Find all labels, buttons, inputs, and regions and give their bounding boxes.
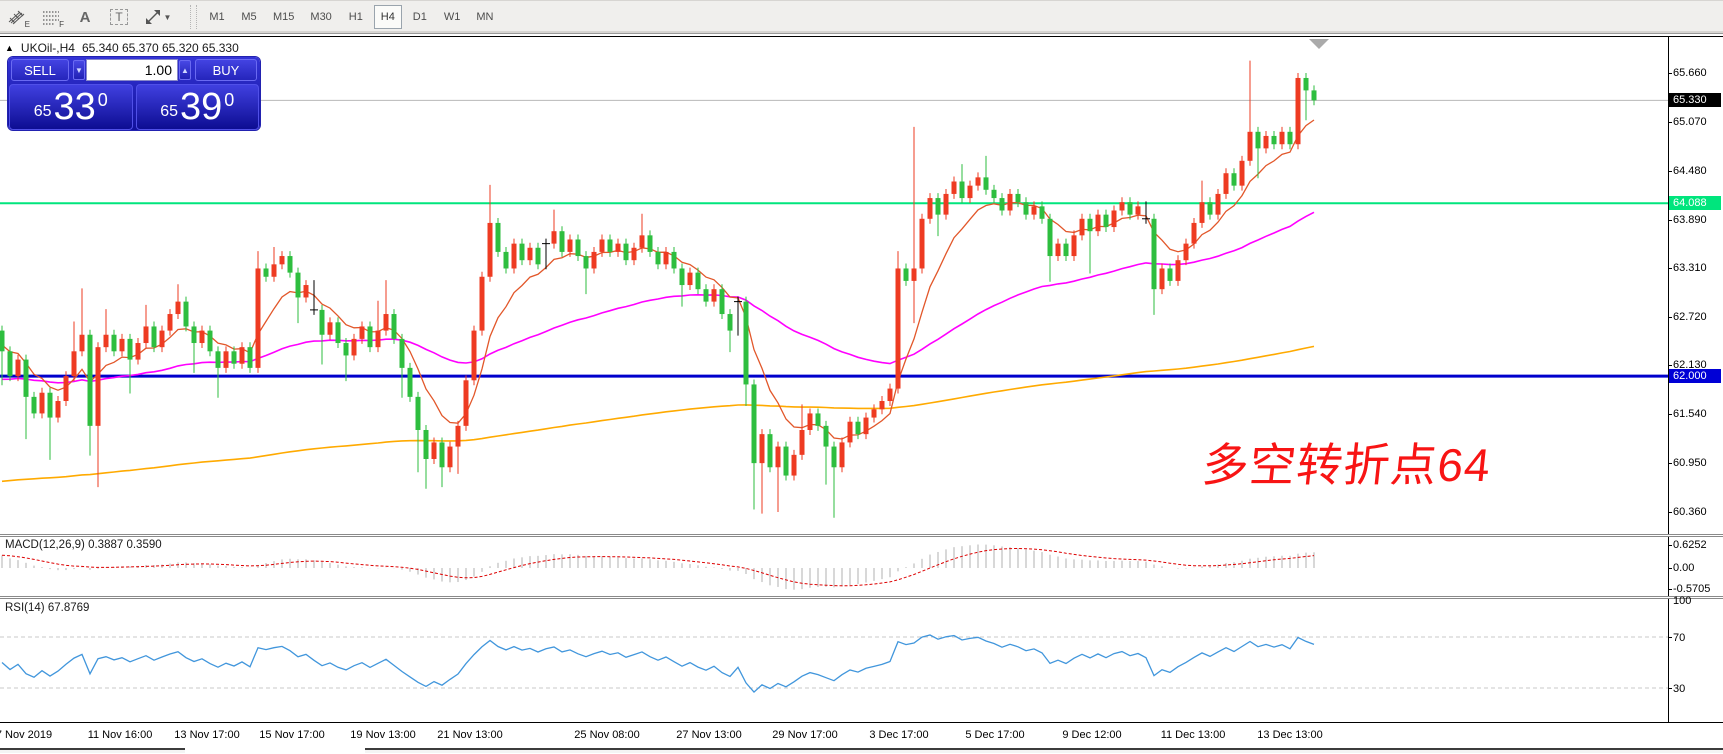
price-tick [1668, 512, 1672, 513]
timeframe-button-w1[interactable]: W1 [438, 5, 467, 29]
buy-price-quote[interactable]: 65 39 0 [136, 84, 260, 130]
time-axis-label: 5 Dec 17:00 [965, 729, 1024, 741]
price-tick-label: 60.360 [1673, 506, 1707, 518]
price-tick [1668, 365, 1672, 366]
price-tick-label: 65.660 [1673, 67, 1707, 79]
ohlc-values: 65.340 65.370 65.320 65.330 [82, 41, 239, 55]
price-tick [1668, 463, 1672, 464]
window-tab-edge-right [365, 748, 1723, 753]
uptick-triangle-icon: ▲ [5, 43, 14, 53]
text-label-icon[interactable]: A [70, 4, 100, 30]
timeframe-group: M1M5M15M30H1H4D1W1MN [201, 5, 501, 29]
rsi-tick [1668, 688, 1672, 689]
one-click-trading-panel: SELL ▼ ▲ BUY 65 33 0 65 39 0 [8, 57, 260, 130]
volume-input[interactable] [86, 59, 178, 81]
price-tick [1668, 220, 1672, 221]
time-axis-label: 19 Nov 13:00 [350, 729, 415, 741]
time-axis-label: 21 Nov 13:00 [437, 729, 502, 741]
rsi-tick [1668, 637, 1672, 638]
metatrader-window: E F A T ▼ M1M5M15M30H1H4D1W1MN [0, 0, 1723, 754]
current-price-badge: 65.330 [1669, 93, 1721, 107]
trade-panel-top-row: SELL ▼ ▲ BUY [8, 57, 260, 83]
timeframe-button-m30[interactable]: M30 [304, 5, 337, 29]
price-tick [1668, 122, 1672, 123]
rsi-pane[interactable] [0, 599, 1668, 721]
time-axis-label: 11 Nov 16:00 [88, 729, 153, 741]
price-tick-label: 65.070 [1673, 116, 1707, 128]
time-axis-label: 3 Dec 17:00 [869, 729, 928, 741]
price-tick [1668, 268, 1672, 269]
timeframe-button-mn[interactable]: MN [470, 5, 499, 29]
equidistant-channel-icon[interactable]: E [2, 4, 32, 30]
macd-pane[interactable] [0, 537, 1668, 596]
cursor-arrows-icon[interactable]: ▼ [138, 4, 178, 30]
chart-header: ▲ UKOil-,H4 65.340 65.370 65.320 65.330 [5, 41, 239, 55]
macd-tick-label: 0.6252 [1673, 539, 1707, 551]
level-price-badge-green: 64.088 [1669, 196, 1721, 210]
time-axis-label: 13 Dec 13:00 [1257, 729, 1322, 741]
time-axis-label: 9 Dec 12:00 [1062, 729, 1121, 741]
time-axis-label: 27 Nov 13:00 [676, 729, 741, 741]
price-tick-label: 60.950 [1673, 457, 1707, 469]
timeframe-button-m1[interactable]: M1 [203, 5, 231, 29]
text-tool-icon[interactable]: T [104, 4, 134, 30]
time-axis-label: 25 Nov 08:00 [574, 729, 639, 741]
window-tab-edge-left [0, 748, 185, 753]
rsi-tick-label: 100 [1673, 595, 1691, 607]
rsi-tick-label: 30 [1673, 683, 1685, 695]
trade-panel-quotes: 65 33 0 65 39 0 [8, 84, 260, 130]
time-axis-label: 15 Nov 17:00 [259, 729, 324, 741]
timeframe-button-m5[interactable]: M5 [235, 5, 263, 29]
time-axis-label: 13 Nov 17:00 [174, 729, 239, 741]
volume-increase-button[interactable]: ▲ [179, 60, 191, 80]
volume-decrease-button[interactable]: ▼ [73, 60, 85, 80]
fibonacci-retracement-icon[interactable]: F [36, 4, 66, 30]
price-tick-label: 63.310 [1673, 262, 1707, 274]
sell-price-quote[interactable]: 65 33 0 [9, 84, 133, 130]
rsi-label: RSI(14) 67.8769 [5, 602, 89, 614]
chart-shift-marker-icon[interactable] [1309, 39, 1329, 49]
time-axis[interactable]: 7 Nov 2019 11 Nov 16:00 13 Nov 17:00 15 Nov… [0, 722, 1723, 746]
rsi-tick-label: 70 [1673, 632, 1685, 644]
macd-tick [1668, 589, 1672, 590]
macd-label: MACD(12,26,9) 0.3887 0.3590 [5, 539, 162, 551]
price-tick-label: 63.890 [1673, 214, 1707, 226]
price-tick-label: 64.480 [1673, 165, 1707, 177]
timeframe-button-m15[interactable]: M15 [267, 5, 300, 29]
price-tick [1668, 171, 1672, 172]
macd-tick [1668, 545, 1672, 546]
chart-annotation-text: 多空转折点64 [1200, 429, 1495, 495]
buy-button[interactable]: BUY [195, 59, 257, 81]
time-axis-label: 29 Nov 17:00 [772, 729, 837, 741]
price-tick-label: 61.540 [1673, 408, 1707, 420]
sell-button[interactable]: SELL [11, 59, 69, 81]
time-axis-label: 11 Dec 13:00 [1161, 729, 1226, 741]
macd-tick-label: 0.00 [1673, 562, 1694, 574]
price-tick [1668, 317, 1672, 318]
toolbar: E F A T ▼ M1M5M15M30H1H4D1W1MN [0, 0, 1723, 34]
level-price-badge-blue: 62.000 [1669, 369, 1721, 383]
time-axis-label: 7 Nov 2019 [0, 729, 52, 741]
timeframe-button-d1[interactable]: D1 [406, 5, 434, 29]
symbol-period-label: UKOil-,H4 [21, 41, 75, 55]
price-tick-label: 62.720 [1673, 311, 1707, 323]
timeframe-button-h4[interactable]: H4 [374, 5, 402, 29]
bottom-window-edge [0, 746, 1723, 754]
toolbar-separator [190, 5, 197, 29]
timeframe-button-h1[interactable]: H1 [342, 5, 370, 29]
macd-tick [1668, 568, 1672, 569]
macd-tick-label: -0.5705 [1673, 583, 1710, 595]
price-tick [1668, 414, 1672, 415]
price-tick [1668, 73, 1672, 74]
